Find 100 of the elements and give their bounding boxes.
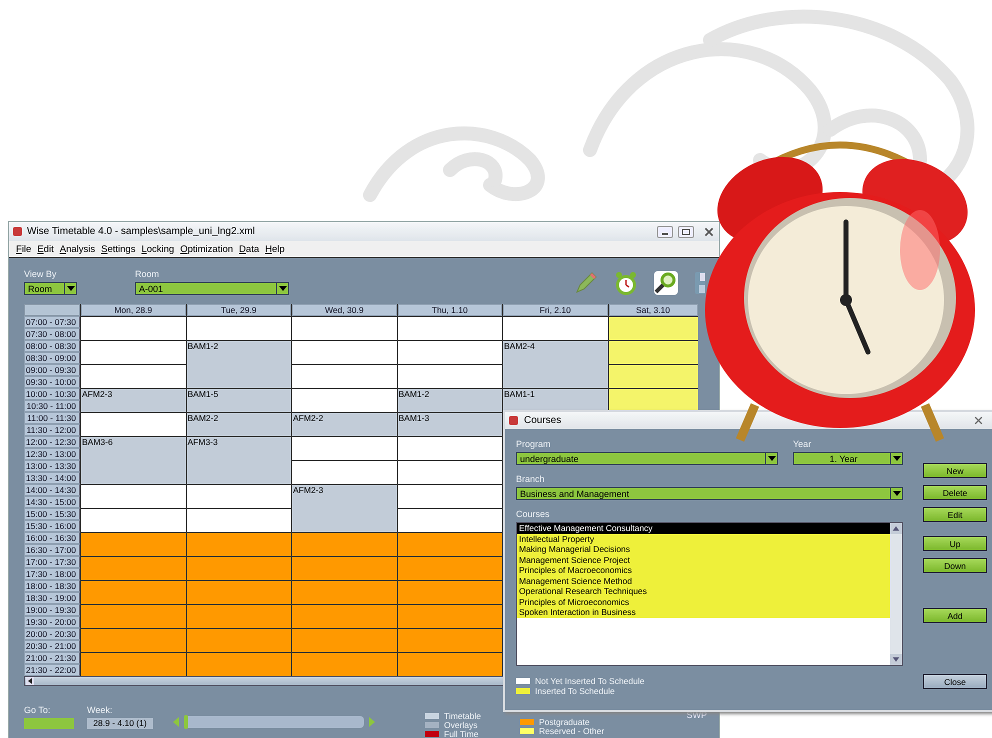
day-header[interactable]: Mon, 28.9 — [81, 304, 186, 316]
timetable-cell[interactable] — [81, 580, 186, 604]
scroll-down-icon[interactable] — [890, 654, 902, 665]
timetable-cell[interactable]: AFM3-3 — [186, 436, 291, 460]
close-icon[interactable] — [973, 415, 984, 426]
dialog-button[interactable]: New — [923, 463, 987, 478]
vertical-scrollbar[interactable] — [890, 523, 902, 665]
timetable-cell[interactable] — [398, 508, 502, 532]
timetable-cell[interactable] — [292, 436, 396, 460]
timetable-cell[interactable] — [398, 484, 502, 508]
day-header[interactable]: Tue, 29.9 — [186, 304, 291, 316]
timetable-cell[interactable]: BAM1-5 — [186, 388, 291, 412]
timetable-cell[interactable] — [608, 316, 698, 340]
timetable-cell[interactable] — [398, 556, 502, 580]
course-item[interactable]: Management Science Method — [517, 576, 890, 586]
timetable-cell[interactable] — [292, 604, 396, 628]
timetable-cell[interactable] — [186, 508, 291, 532]
timetable-cell[interactable] — [186, 364, 291, 388]
timetable-cell[interactable] — [186, 460, 291, 484]
timetable-cell[interactable] — [398, 532, 502, 556]
week-slider[interactable] — [184, 716, 364, 728]
scroll-left-icon[interactable] — [26, 677, 34, 685]
timetable-cell[interactable] — [398, 580, 502, 604]
timetable-cell[interactable] — [186, 628, 291, 652]
timetable-cell[interactable]: BAM1-3 — [398, 412, 502, 436]
timetable-cell[interactable] — [292, 460, 396, 484]
timetable-cell[interactable] — [503, 364, 608, 388]
course-item[interactable]: Operational Research Techniques — [517, 586, 890, 596]
timetable-cell[interactable] — [81, 532, 186, 556]
timetable-cell[interactable] — [292, 388, 396, 412]
course-item[interactable]: Intellectual Property — [517, 534, 890, 544]
timetable-cell[interactable] — [398, 316, 502, 340]
timetable-cell[interactable]: BAM1-1 — [503, 388, 608, 412]
timetable-cell[interactable]: BAM1-2 — [398, 388, 502, 412]
timetable-cell[interactable]: AFM2-2 — [292, 412, 396, 436]
menu-item[interactable]: Locking — [141, 244, 174, 254]
program-dropdown[interactable]: undergraduate — [516, 452, 778, 465]
timetable-cell[interactable] — [398, 652, 502, 676]
menu-item[interactable]: Help — [265, 244, 285, 254]
timetable-cell[interactable] — [608, 340, 698, 364]
day-header[interactable]: Thu, 1.10 — [398, 304, 502, 316]
menu-item[interactable]: Analysis — [60, 244, 96, 254]
timetable-cell[interactable] — [292, 628, 396, 652]
dialog-button[interactable]: Close — [923, 674, 987, 689]
timetable-cell[interactable]: BAM1-2 — [186, 340, 291, 364]
timetable-cell[interactable] — [186, 484, 291, 508]
menu-item[interactable]: Settings — [101, 244, 136, 254]
timetable-cell[interactable] — [292, 556, 396, 580]
course-item[interactable]: Principles of Macroeconomics — [517, 565, 890, 576]
timetable-cell[interactable] — [81, 340, 186, 364]
timetable-cell[interactable] — [81, 412, 186, 436]
timetable-cell[interactable] — [186, 532, 291, 556]
timetable-cell[interactable] — [608, 388, 698, 412]
timetable-cell[interactable] — [81, 364, 186, 388]
dialog-button[interactable]: Up — [923, 536, 987, 551]
menu-item[interactable]: Optimization — [180, 244, 234, 254]
timetable-cell[interactable] — [398, 436, 502, 460]
timetable-cell[interactable] — [186, 652, 291, 676]
timetable-cell[interactable] — [398, 340, 502, 364]
dialog-button[interactable]: Add — [923, 608, 987, 623]
timetable-cell[interactable] — [81, 508, 186, 532]
day-header[interactable]: Fri, 2.10 — [503, 304, 608, 316]
course-item[interactable]: Making Managerial Decisions — [517, 544, 890, 554]
timetable-cell[interactable]: BAM3-6 — [81, 436, 186, 460]
year-dropdown[interactable]: 1. Year — [793, 452, 903, 465]
timetable-cell[interactable]: AFM2-3 — [81, 388, 186, 412]
slider-thumb[interactable] — [184, 715, 188, 729]
menu-item[interactable]: Edit — [37, 244, 54, 254]
timetable-cell[interactable] — [186, 580, 291, 604]
menu-item[interactable]: File — [16, 244, 32, 254]
timetable-cell[interactable] — [81, 316, 186, 340]
timetable-cell[interactable] — [81, 460, 186, 484]
timetable-cell[interactable] — [398, 460, 502, 484]
close-icon[interactable] — [703, 226, 715, 238]
menu-item[interactable]: Data — [239, 244, 260, 254]
location-dropdown[interactable]: A-001 — [135, 282, 289, 295]
timetable-cell[interactable] — [398, 628, 502, 652]
timetable-cell[interactable] — [186, 604, 291, 628]
timetable-cell[interactable] — [503, 316, 608, 340]
day-header[interactable]: Sat, 3.10 — [608, 304, 698, 316]
maximize-button[interactable] — [678, 226, 694, 238]
course-item[interactable]: Effective Management Consultancy — [517, 523, 890, 534]
timetable-cell[interactable] — [81, 604, 186, 628]
timetable-cell[interactable]: BAM2-2 — [186, 412, 291, 436]
timetable-cell[interactable] — [186, 316, 291, 340]
dialog-button[interactable]: Delete — [923, 485, 987, 500]
timetable-cell[interactable] — [292, 316, 396, 340]
timetable-cell[interactable] — [292, 508, 396, 532]
timetable-cell[interactable] — [292, 364, 396, 388]
timetable-cell[interactable] — [81, 484, 186, 508]
course-item[interactable]: Spoken Interaction in Business — [517, 607, 890, 618]
timetable-cell[interactable] — [398, 604, 502, 628]
timetable-cell[interactable] — [292, 532, 396, 556]
timetable-cell[interactable] — [292, 340, 396, 364]
timetable-cell[interactable] — [608, 364, 698, 388]
dialog-button[interactable]: Down — [923, 558, 987, 573]
timetable-cell[interactable]: BAM2-4 — [503, 340, 608, 364]
branch-dropdown[interactable]: Business and Management — [516, 487, 903, 500]
timetable-cell[interactable] — [186, 556, 291, 580]
timetable-cell[interactable] — [292, 580, 396, 604]
